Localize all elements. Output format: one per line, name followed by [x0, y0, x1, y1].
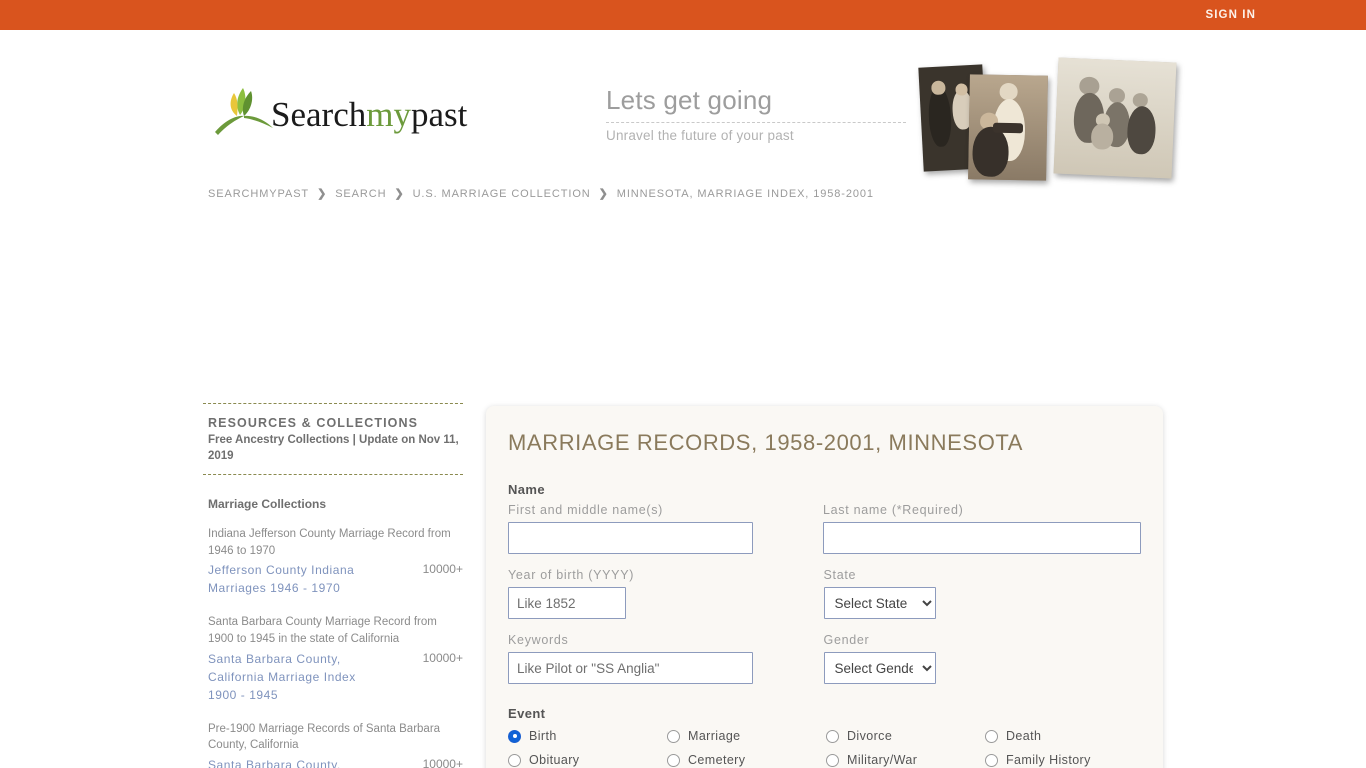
marriage-collections-heading: Marriage Collections [208, 497, 327, 512]
radio-icon[interactable] [826, 729, 839, 743]
sign-in-link[interactable]: SIGN IN [1205, 9, 1256, 21]
last-name-input[interactable] [823, 522, 1141, 554]
tagline-heading: Lets get going [606, 85, 906, 123]
radio-icon[interactable] [985, 729, 998, 743]
event-label: Family History [1006, 753, 1091, 767]
collection-record-count: 10000+ [422, 562, 463, 577]
page-title: MARRIAGE RECORDS, 1958-2001, MINNESOTA [508, 430, 1024, 455]
event-label: Birth [529, 729, 557, 743]
search-form-panel: MARRIAGE RECORDS, 1958-2001, MINNESOTA N… [486, 406, 1163, 768]
year-of-birth-input[interactable] [508, 587, 626, 619]
breadcrumb: SEARCHMYPAST ❯ SEARCH ❯ U.S. MARRIAGE CO… [208, 187, 874, 201]
event-label: Marriage [688, 729, 741, 743]
event-option-birth[interactable]: Birth [508, 729, 667, 743]
radio-icon[interactable] [985, 753, 998, 767]
event-option-family-history[interactable]: Family History [985, 753, 1144, 767]
logo-text-search: Search [271, 95, 367, 134]
list-item: Pre-1900 Marriage Records of Santa Barba… [203, 714, 463, 768]
breadcrumb-item-home[interactable]: SEARCHMYPAST [208, 188, 309, 200]
event-radio-group: Birth Marriage Divorce Death Obituary Ce… [508, 729, 1141, 768]
last-name-label: Last name (*Required) [823, 503, 964, 517]
resources-subtitle: Free Ancestry Collections | Update on No… [208, 434, 459, 462]
event-label: Obituary [529, 753, 580, 767]
list-item: Santa Barbara County Marriage Record fro… [203, 607, 463, 713]
collection-description: Indiana Jefferson County Marriage Record… [208, 528, 451, 557]
site-logo[interactable]: Searchmypast [213, 80, 467, 140]
list-item: Indiana Jefferson County Marriage Record… [203, 519, 463, 607]
event-label: Military/War [847, 753, 918, 767]
leaf-logo-icon [215, 88, 273, 135]
breadcrumb-separator-icon: ❯ [317, 188, 328, 200]
collection-description: Santa Barbara County Marriage Record fro… [208, 616, 437, 646]
event-option-military-war[interactable]: Military/War [826, 753, 985, 767]
radio-icon[interactable] [826, 753, 839, 767]
first-name-label: First and middle name(s) [508, 503, 664, 517]
event-option-cemetery[interactable]: Cemetery [667, 753, 826, 767]
keywords-label: Keywords [508, 633, 569, 647]
vintage-photo-2 [1053, 57, 1177, 179]
breadcrumb-item-collection[interactable]: U.S. MARRIAGE COLLECTION [413, 188, 591, 200]
breadcrumb-separator-icon: ❯ [598, 188, 609, 200]
radio-icon[interactable] [508, 729, 521, 743]
event-option-death[interactable]: Death [985, 729, 1144, 743]
radio-icon[interactable] [667, 729, 680, 743]
event-label: Divorce [847, 729, 893, 743]
vintage-photo-3 [968, 74, 1048, 181]
top-utility-bar: SIGN IN [0, 0, 1366, 30]
breadcrumb-item-current: MINNESOTA, MARRIAGE INDEX, 1958-2001 [616, 187, 874, 200]
collection-link[interactable]: Jefferson County Indiana Marriages 1946 … [208, 561, 388, 597]
vintage-photos-collage [903, 57, 1177, 195]
breadcrumb-separator-icon: ❯ [394, 188, 405, 200]
radio-icon[interactable] [508, 753, 521, 767]
state-select[interactable]: Select State [823, 587, 936, 619]
masthead: Searchmypast Lets get going Unravel the … [0, 30, 1366, 185]
resources-title: RESOURCES & COLLECTIONS [208, 416, 419, 430]
collection-link[interactable]: Santa Barbara County, California Marriag… [208, 650, 388, 704]
breadcrumb-item-search[interactable]: SEARCH [335, 188, 386, 200]
resources-collections-block: RESOURCES & COLLECTIONS Free Ancestry Co… [203, 404, 463, 474]
logo-text-past: past [410, 95, 468, 134]
tagline-block: Lets get going Unravel the future of you… [606, 85, 906, 143]
collection-record-count: 10000+ [422, 757, 463, 768]
event-option-marriage[interactable]: Marriage [667, 729, 826, 743]
sidebar: RESOURCES & COLLECTIONS Free Ancestry Co… [203, 403, 463, 768]
event-option-obituary[interactable]: Obituary [508, 753, 667, 767]
year-of-birth-label: Year of birth (YYYY) [508, 568, 635, 582]
collection-record-count: 10000+ [422, 650, 463, 665]
gender-label: Gender [823, 633, 870, 647]
logo-text-my: my [366, 95, 411, 134]
name-group-label: Name [508, 482, 546, 497]
logo-wordmark: Searchmypast [271, 97, 467, 132]
event-group-label: Event [508, 706, 546, 721]
first-name-input[interactable] [508, 522, 753, 554]
event-option-divorce[interactable]: Divorce [826, 729, 985, 743]
radio-icon[interactable] [667, 753, 680, 767]
collection-link[interactable]: Santa Barbara County, California Marriag… [208, 756, 388, 768]
state-label: State [823, 568, 857, 582]
keywords-input[interactable] [508, 652, 753, 684]
event-label: Cemetery [688, 753, 746, 767]
collection-description: Pre-1900 Marriage Records of Santa Barba… [208, 722, 441, 752]
event-label: Death [1006, 729, 1042, 743]
tagline-subheading: Unravel the future of your past [606, 128, 794, 143]
gender-select[interactable]: Select Gender [823, 652, 936, 684]
